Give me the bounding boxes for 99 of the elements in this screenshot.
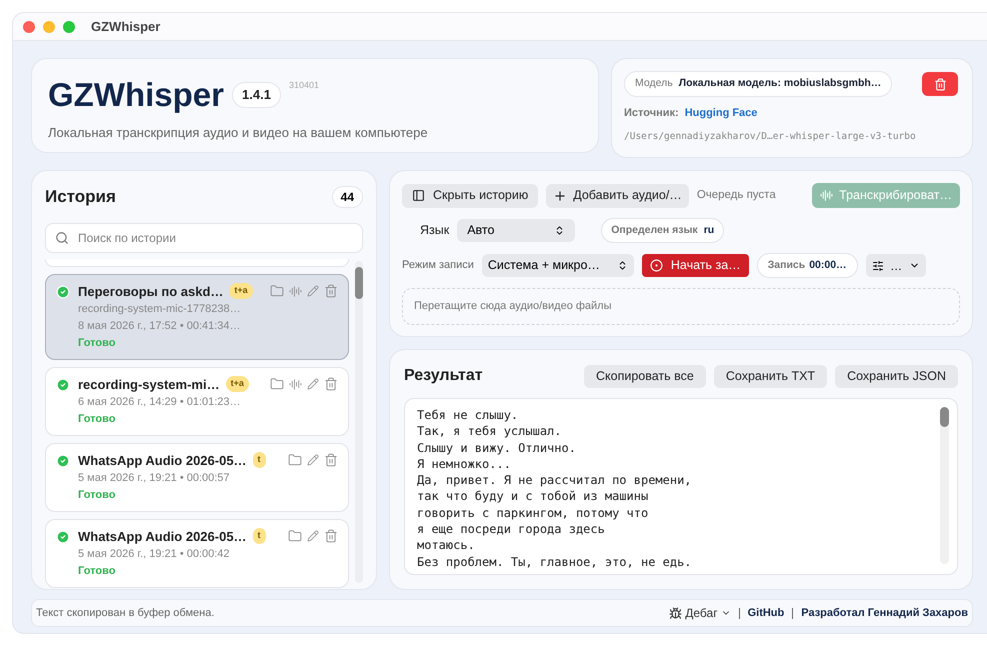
item-file: recording-system-mic-1778238… (78, 302, 242, 316)
timer-value: 00:00… (809, 258, 847, 273)
waveform-icon (820, 189, 834, 202)
author-link[interactable]: Разработал Геннадий Захаров (801, 604, 968, 622)
item-meta: 5 мая 2026 г., 19:21 • 00:00:57 (78, 470, 231, 486)
item-status: Готово (78, 488, 116, 502)
model-path: /Users/gennadiyzakharov/D…er-whisper-large-v3-turbo (624, 130, 917, 144)
mode-label: Режим записи (402, 258, 474, 274)
history-item[interactable]: recording-system-mi… t+a 6 мая 2026 г., 14:29 • 01:01:23… Готово (45, 366, 349, 436)
item-tag: t (252, 452, 266, 468)
build-number: 310401 (288, 79, 319, 92)
history-item[interactable]: WhatsApp Audio 2026-05… t 5 мая 2026 г., 19:21 • 00:00:57 Готово (45, 442, 349, 512)
waveform-icon[interactable] (289, 284, 302, 298)
item-title: WhatsApp Audio 2026-05… (78, 452, 247, 468)
result-action-button[interactable]: Сохранить JSON (835, 364, 958, 388)
edit-icon[interactable] (307, 378, 319, 390)
mode-select[interactable]: Система + микро… (482, 254, 634, 277)
transcript-line: Так, я тебя услышал. (417, 423, 562, 440)
result-action-button[interactable]: Скопировать все (584, 364, 706, 388)
detected-language: ru (704, 222, 714, 238)
folder-icon[interactable] (270, 284, 284, 298)
app-subtitle: Локальная транскрипция аудио и видео на вашем компьютере (48, 124, 429, 142)
transcript-line: так что буду и с тобой из машины (417, 488, 650, 505)
plus-icon (553, 188, 568, 202)
sliders-icon (872, 260, 884, 272)
item-tag: t (252, 528, 266, 544)
transcript-line: я еще посреди города здесь (417, 521, 606, 538)
item-meta: 6 мая 2026 г., 14:29 • 01:01:23… (78, 394, 242, 410)
folder-icon[interactable] (288, 529, 302, 543)
detected-label: Определен язык (611, 222, 698, 238)
maximize-window-button[interactable] (63, 20, 75, 32)
model-name: Локальная модель: mobiuslabsgmbh… (678, 76, 882, 92)
app-title: GZWhisper (48, 77, 224, 113)
timer-label: Запись (768, 258, 806, 273)
item-meta: 5 мая 2026 г., 19:21 • 00:00:42 (78, 546, 231, 562)
github-link[interactable]: GitHub (748, 604, 784, 622)
model-label: Модель (635, 76, 673, 92)
drop-zone[interactable]: Перетащите сюда аудио/видео файлы (402, 288, 960, 325)
language-select[interactable]: Авто (457, 219, 576, 242)
debug-menu[interactable]: Дебаг (669, 604, 731, 622)
window-title: GZWhisper (91, 18, 160, 36)
source-link[interactable]: Hugging Face (684, 105, 758, 122)
record-button[interactable]: Начать за… (642, 254, 749, 277)
transcript-area[interactable] (404, 398, 958, 575)
bug-icon (669, 606, 682, 620)
history-item[interactable]: WhatsApp Audio 2026-05… t 5 мая 2026 г., 19:21 • 00:00:42 Готово (45, 518, 349, 588)
waveform-icon[interactable] (289, 378, 302, 390)
search-field[interactable]: Поиск по истории (45, 222, 363, 252)
item-tag: t+a (229, 283, 253, 299)
item-title: WhatsApp Audio 2026-05… (78, 528, 247, 544)
done-icon (56, 284, 70, 298)
language-label: Язык (420, 222, 450, 240)
edit-icon[interactable] (307, 285, 319, 297)
version-badge: 1.4.1 (232, 82, 281, 108)
edit-icon[interactable] (307, 454, 319, 466)
history-title: История (45, 186, 116, 208)
transcript-line: Я немножко... (417, 456, 512, 472)
search-icon (55, 230, 69, 244)
transcript-line: Тебя не слышу. (417, 407, 520, 424)
source-label: Источник: (624, 106, 679, 121)
transcript-line: Да, привет. Я не рассчитал по времени, (417, 472, 693, 488)
record-icon (650, 259, 663, 272)
transcript-line: Слышу и вижу. Отлично. (417, 440, 577, 456)
transcript-line: мотаюсь. (417, 537, 476, 554)
item-title: recording-system-mi… (78, 376, 220, 392)
scrollbar[interactable] (355, 260, 363, 583)
delete-icon[interactable] (324, 377, 338, 391)
transcript-line: Без проблем. Ты, главное, это, не едь. (417, 554, 693, 570)
close-window-button[interactable] (23, 20, 35, 32)
delete-model-button[interactable] (922, 72, 958, 96)
folder-icon[interactable] (288, 453, 302, 467)
add-audio-button[interactable]: Добавить аудио/… (546, 184, 689, 208)
edit-icon[interactable] (307, 530, 319, 542)
done-icon (56, 530, 70, 544)
settings-dropdown[interactable]: … (866, 254, 926, 277)
done-icon (56, 454, 70, 468)
trash-icon (934, 78, 946, 90)
queue-status: Очередь пуста (696, 188, 776, 203)
item-status: Готово (78, 564, 116, 578)
item-tag: t+a (226, 376, 249, 392)
result-action-button[interactable]: Сохранить TXT (714, 364, 828, 388)
delete-icon[interactable] (324, 529, 338, 543)
item-status: Готово (78, 412, 116, 426)
item-status: Готово (78, 336, 116, 350)
delete-icon[interactable] (324, 453, 338, 467)
result-title: Результат (404, 366, 483, 386)
sidebar-icon (412, 189, 425, 202)
delete-icon[interactable] (324, 284, 338, 298)
hide-history-button[interactable]: Скрыть историю (402, 184, 538, 208)
transcript-line: говорить с паркингом, потому что (417, 504, 650, 522)
drop-hint: Перетащите сюда аудио/видео файлы (414, 299, 612, 314)
status-message: Текст скопирован в буфер обмена. (36, 606, 214, 621)
history-count: 44 (332, 186, 363, 208)
folder-icon[interactable] (270, 377, 284, 391)
done-icon (56, 378, 70, 392)
scrollbar[interactable] (940, 407, 949, 564)
history-item[interactable]: Переговоры по askd… t+a recording-system-mic-1778238… 8 мая 2026 г., 17:52 • 00:41:34… Готово (45, 274, 349, 360)
item-meta: 8 мая 2026 г., 17:52 • 00:41:34… (78, 318, 242, 334)
item-title: Переговоры по askd… (78, 282, 224, 300)
